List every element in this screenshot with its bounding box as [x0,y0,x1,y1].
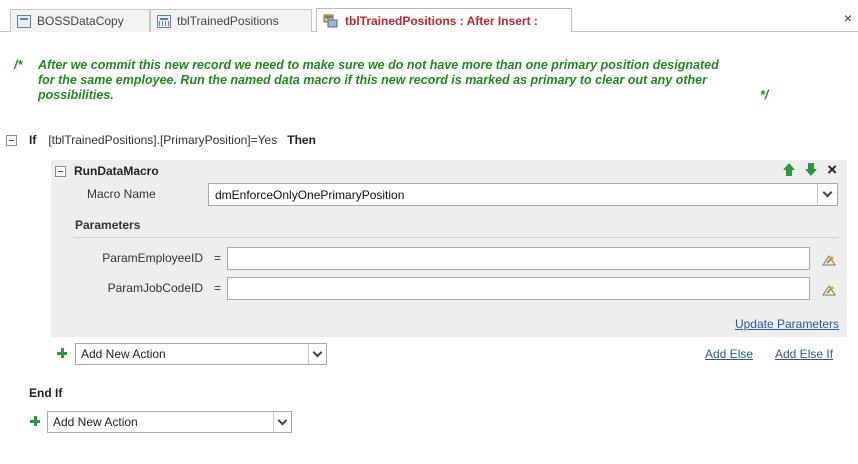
chevron-down-icon[interactable] [273,412,291,432]
if-condition[interactable]: [tblTrainedPositions].[PrimaryPosition]=… [48,133,277,147]
comment-close-marker: */ [760,88,769,102]
update-parameters-link[interactable]: Update Parameters [735,317,839,331]
if-statement-header[interactable]: If [tblTrainedPositions].[PrimaryPositio… [6,131,316,149]
expression-builder-icon[interactable] [821,282,837,298]
run-data-macro-header: RunDataMacro [51,160,847,182]
if-keyword: If [29,133,37,147]
macro-name-label: Macro Name [87,187,156,201]
collapse-if-icon[interactable] [6,134,17,146]
end-if-keyword: End If [29,386,63,400]
param-job-code-id-label: ParamJobCodeID [107,281,203,295]
close-tab-icon[interactable]: × [844,11,852,25]
expression-builder-icon[interactable] [821,252,837,268]
parameters-divider [73,237,839,238]
table-icon [17,14,31,28]
datasheet-icon [157,14,171,28]
macro-name-value: dmEnforceOnlyOnePrimaryPosition [215,187,405,202]
add-action-plus-icon [30,416,40,426]
tab-bossdatacopy[interactable]: BOSSDataCopy [10,9,150,32]
tab-tbltrainedpositions[interactable]: tblTrainedPositions [150,9,312,32]
add-new-action-select-outer[interactable]: Add New Action [47,411,292,433]
comment-text: After we commit this new record we need … [38,58,719,102]
param-job-code-id-input[interactable] [227,277,810,300]
add-else-link[interactable]: Add Else [705,347,753,361]
add-new-action-label: Add New Action [53,415,138,429]
collapse-action-icon[interactable] [55,165,66,177]
then-keyword: Then [287,133,316,147]
param-employee-id-input[interactable] [227,247,810,270]
run-data-macro-block[interactable]: RunDataMacro × Macro Name dmEnforceOnlyO… [51,160,847,337]
move-down-icon[interactable] [805,163,818,177]
add-action-plus-icon [57,348,67,358]
macro-name-select[interactable]: dmEnforceOnlyOnePrimaryPosition [208,183,838,206]
parameters-heading: Parameters [75,218,141,232]
data-macro-icon [323,14,339,28]
tab-after-insert-macro[interactable]: tblTrainedPositions : After Insert : [316,8,572,32]
action-title: RunDataMacro [74,164,159,178]
add-new-action-label: Add New Action [81,347,166,361]
comment-open-marker: /* [14,58,23,72]
tab-label: tblTrainedPositions : After Insert : [345,13,538,28]
chevron-down-icon[interactable] [308,344,326,364]
chevron-down-icon[interactable] [817,184,837,205]
action-tools: × [783,161,837,178]
tab-label: BOSSDataCopy [37,14,124,28]
tab-label: tblTrainedPositions [177,14,279,28]
delete-action-icon[interactable]: × [827,161,837,178]
param-equals: = [214,251,222,265]
add-else-if-link[interactable]: Add Else If [775,347,833,361]
move-up-icon[interactable] [783,163,796,177]
param-employee-id-label: ParamEmployeeID [102,251,203,265]
add-new-action-select[interactable]: Add New Action [75,343,327,365]
param-equals: = [214,281,222,295]
document-tab-strip: BOSSDataCopy tblTrainedPositions tblTrai… [0,0,858,32]
